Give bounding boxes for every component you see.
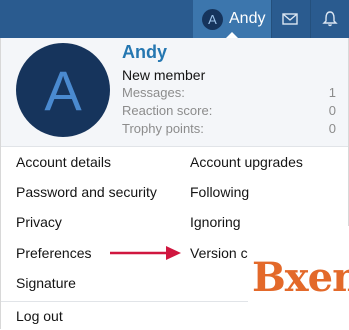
stat-label: Reaction score: <box>122 103 213 118</box>
top-navbar: A Andy <box>0 0 349 38</box>
menu-privacy[interactable]: Privacy <box>16 214 62 230</box>
menu-account-upgrades[interactable]: Account upgrades <box>190 154 303 170</box>
bell-icon[interactable] <box>321 10 339 28</box>
menu-preferences[interactable]: Preferences <box>16 245 91 261</box>
user-title: New member <box>122 67 206 83</box>
menu-following[interactable]: Following <box>190 184 249 200</box>
menu-ignoring[interactable]: Ignoring <box>190 214 241 230</box>
divider <box>271 0 272 38</box>
stat-reaction-score: Reaction score: 0 <box>122 103 336 118</box>
mail-icon[interactable] <box>281 10 299 28</box>
stat-label: Messages: <box>122 85 185 100</box>
avatar[interactable]: A <box>16 43 110 137</box>
avatar[interactable]: A <box>202 8 223 30</box>
profile-header: A Andy New member Messages: 1 Reaction s… <box>1 38 348 147</box>
stat-value: 0 <box>328 121 336 136</box>
watermark: Bxen <box>248 226 349 329</box>
log-out-link[interactable]: Log out <box>16 308 63 324</box>
stat-value: 1 <box>328 85 336 100</box>
menu-signature[interactable]: Signature <box>16 275 76 291</box>
stat-messages: Messages: 1 <box>122 85 336 100</box>
stat-value: 0 <box>328 103 336 118</box>
nav-user-name[interactable]: Andy <box>229 10 265 28</box>
menu-password-security[interactable]: Password and security <box>16 184 157 200</box>
annotation-arrow-icon <box>110 246 181 260</box>
watermark-logo: Bxen <box>252 254 349 301</box>
divider <box>310 0 311 38</box>
stat-label: Trophy points: <box>122 121 204 136</box>
stat-trophy-points: Trophy points: 0 <box>122 121 336 136</box>
profile-name[interactable]: Andy <box>122 42 167 63</box>
menu-account-details[interactable]: Account details <box>16 154 111 170</box>
